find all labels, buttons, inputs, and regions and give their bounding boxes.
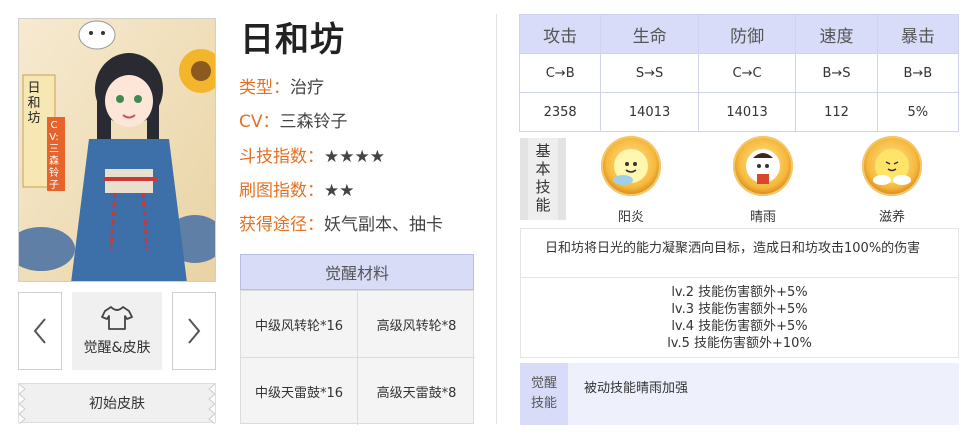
skill-tag-char: 能 <box>535 196 551 214</box>
info-row-source: 获得途径：妖气副本、抽卡 <box>239 215 443 235</box>
skill-level-line: lv.4 技能伤害额外+5% <box>671 319 808 334</box>
skill-tag-char: 基 <box>535 142 551 160</box>
stats-table: 攻击 生命 防御 速度 暴击 C→B S→S C→C B→S B→B 2358 … <box>518 14 960 132</box>
info-key: 类型： <box>239 78 290 98</box>
material-cell: 高级风转轮*8 <box>358 291 475 358</box>
stat-value: 112 <box>795 92 878 132</box>
awaken-skin-label: 觉醒&皮肤 <box>83 340 151 356</box>
skill-level-line: lv.2 技能伤害额外+5% <box>671 285 808 300</box>
column-divider <box>496 14 497 424</box>
cloud-sun-icon <box>862 136 922 196</box>
awaken-skill-tag: 觉醒 技能 <box>520 363 568 425</box>
initial-skin-button[interactable]: 初始皮肤 <box>18 383 216 424</box>
info-key: 斗技指数： <box>239 147 324 167</box>
stats-value-row: 2358 14013 14013 112 5% <box>518 92 960 132</box>
stat-header: 攻击 <box>518 14 602 54</box>
stat-grade: C→C <box>697 53 797 93</box>
sun-spirit-glyph <box>613 162 637 185</box>
material-cell: 高级天雷鼓*8 <box>376 386 457 401</box>
skill-tag-char: 技 <box>535 178 551 196</box>
stat-value: 14013 <box>600 92 699 132</box>
initial-skin-label: 初始皮肤 <box>89 396 145 412</box>
skill-qingyu[interactable]: 晴雨 <box>721 136 805 225</box>
info-key: 获得途径： <box>239 215 324 235</box>
sunny-doll-icon <box>733 136 793 196</box>
skill-levels: lv.2 技能伤害额外+5% lv.3 技能伤害额外+5% lv.4 技能伤害额… <box>520 278 959 358</box>
info-key: CV： <box>239 112 280 132</box>
stat-grade: B→B <box>876 53 960 93</box>
sunny-doll-glyph <box>753 153 773 184</box>
sun-spirit-icon <box>601 136 661 196</box>
chevron-left-icon <box>33 318 46 344</box>
info-row-farm-rating: 刷图指数：★★ <box>239 181 354 201</box>
tshirt-icon <box>101 306 133 330</box>
next-skin-button[interactable] <box>172 292 216 370</box>
right-notch-decoration <box>208 384 215 424</box>
stat-header: 暴击 <box>876 14 960 54</box>
stat-value: 2358 <box>518 92 602 132</box>
info-value: 三森铃子 <box>279 112 348 132</box>
basic-skills-tag: 基 本 技 能 <box>520 138 566 220</box>
stat-value: 5% <box>876 92 960 132</box>
stat-grade: S→S <box>600 53 699 93</box>
info-value: ★★★★ <box>324 147 385 167</box>
stats-grade-row: C→B S→S C→C B→S B→B <box>518 53 960 93</box>
awaken-materials-header: 觉醒材料 <box>240 254 474 290</box>
info-row-cv: CV：三森铃子 <box>239 112 348 132</box>
skill-yangyan[interactable]: 阳炎 <box>589 136 673 225</box>
info-value: ★★ <box>324 181 355 201</box>
stat-value: 14013 <box>697 92 797 132</box>
awaken-skill-text: 被动技能晴雨加强 <box>568 363 959 425</box>
stat-grade: C→B <box>518 53 602 93</box>
prev-skin-button[interactable] <box>18 292 62 370</box>
info-value: 妖气副本、抽卡 <box>324 215 443 235</box>
info-row-type: 类型：治疗 <box>239 78 324 98</box>
portrait-name-label: 日和坊 <box>27 80 41 125</box>
stat-grade: B→S <box>795 53 878 93</box>
material-cell: 中级天雷鼓*16 <box>241 358 358 425</box>
stat-header: 防御 <box>697 14 797 54</box>
stat-header: 生命 <box>600 14 699 54</box>
shikigami-name: 日和坊 <box>240 20 345 60</box>
awaken-tag-line: 觉醒 <box>530 376 557 391</box>
left-notch-decoration <box>19 384 26 424</box>
skill-description: 日和坊将日光的能力凝聚洒向目标，造成日和坊攻击100%的伤害 <box>520 228 959 278</box>
skill-name: 滋养 <box>878 210 905 225</box>
skill-ziyang[interactable]: 滋养 <box>850 136 934 225</box>
skill-level-line: lv.5 技能伤害额外+10% <box>667 336 812 351</box>
stat-header: 速度 <box>795 14 878 54</box>
awaken-skin-toggle[interactable]: 觉醒&皮肤 <box>72 292 162 370</box>
skill-level-line: lv.3 技能伤害额外+5% <box>671 302 808 317</box>
info-row-pvp-rating: 斗技指数：★★★★ <box>239 147 385 167</box>
info-value: 治疗 <box>290 78 324 98</box>
cloud-sun-glyph <box>873 161 911 185</box>
material-cell: 中级风转轮*16 <box>241 291 358 358</box>
chevron-right-icon <box>188 318 201 344</box>
awaken-materials-grid: 中级风转轮*16 高级风转轮*8 中级天雷鼓*16 高级天雷鼓*8 <box>240 290 475 425</box>
skill-name: 阳炎 <box>617 210 644 225</box>
skill-tag-char: 本 <box>535 160 551 178</box>
skill-name: 晴雨 <box>749 210 776 225</box>
info-key: 刷图指数： <box>239 181 324 201</box>
awaken-tag-line: 技能 <box>530 396 557 411</box>
stats-header-row: 攻击 生命 防御 速度 暴击 <box>518 14 960 54</box>
portrait-cv-label: CV:三森铃子 <box>49 120 59 191</box>
